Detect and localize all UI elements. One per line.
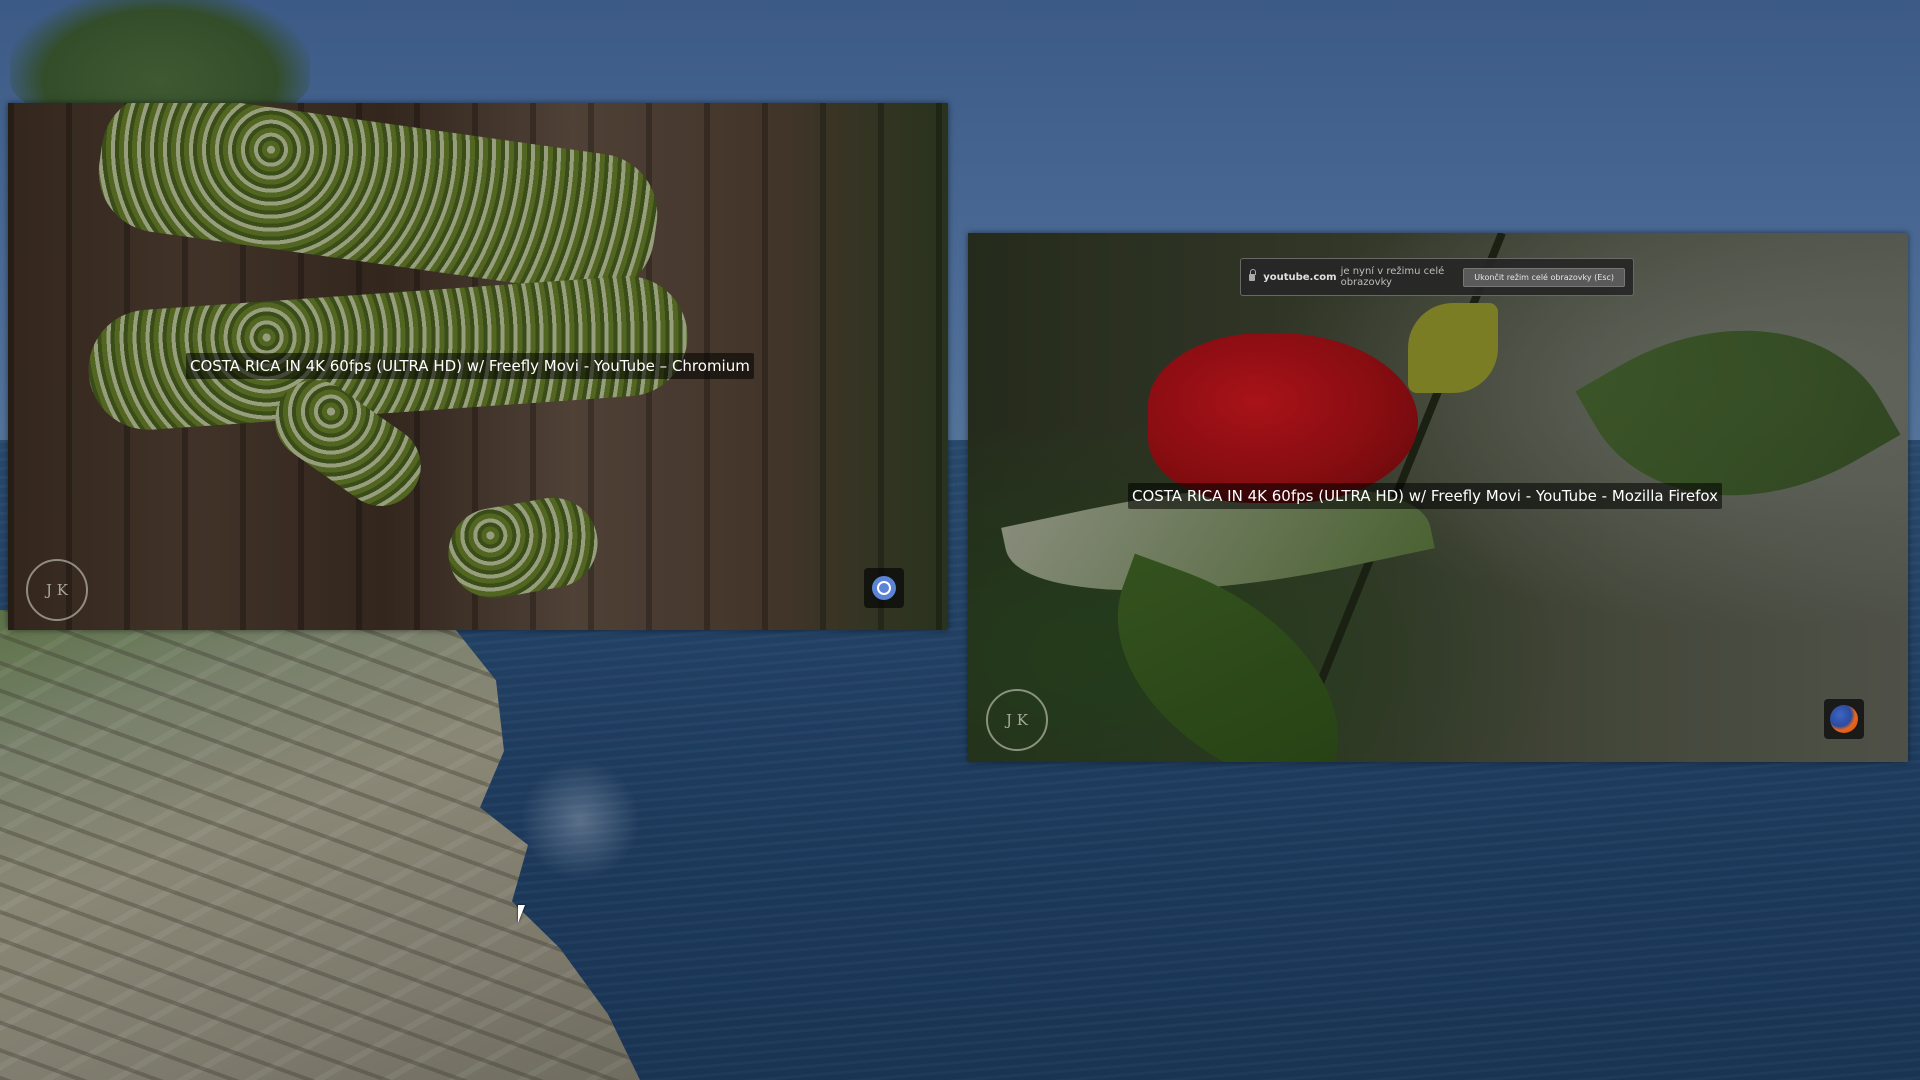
firefox-icon xyxy=(1824,699,1864,739)
fullscreen-notice: youtube.com je nyní v režimu celé obrazo… xyxy=(1240,258,1634,296)
fullscreen-notice-message: je nyní v režimu celé obrazovky xyxy=(1340,266,1445,288)
window-thumbnail-firefox[interactable]: youtube.com je nyní v režimu celé obrazo… xyxy=(968,233,1908,762)
jk-watermark-logo: J K xyxy=(986,689,1048,751)
window-title-caption: COSTA RICA IN 4K 60fps (ULTRA HD) w/ Fre… xyxy=(186,353,754,379)
wallpaper-sea-spray xyxy=(520,760,640,880)
window-title-caption: COSTA RICA IN 4K 60fps (ULTRA HD) w/ Fre… xyxy=(1128,483,1722,509)
chromium-icon xyxy=(864,568,904,608)
exit-fullscreen-button[interactable]: Ukončit režim celé obrazovky (Esc) xyxy=(1463,267,1625,287)
wallpaper-tree xyxy=(10,0,310,120)
fullscreen-notice-domain: youtube.com xyxy=(1263,271,1337,283)
jk-watermark-logo: J K xyxy=(26,559,88,621)
window-thumbnail-chromium[interactable]: J K COSTA RICA IN 4K 60fps (ULTRA HD) w/… xyxy=(8,103,948,630)
lock-icon xyxy=(1249,268,1257,281)
mouse-cursor-icon xyxy=(518,905,532,923)
